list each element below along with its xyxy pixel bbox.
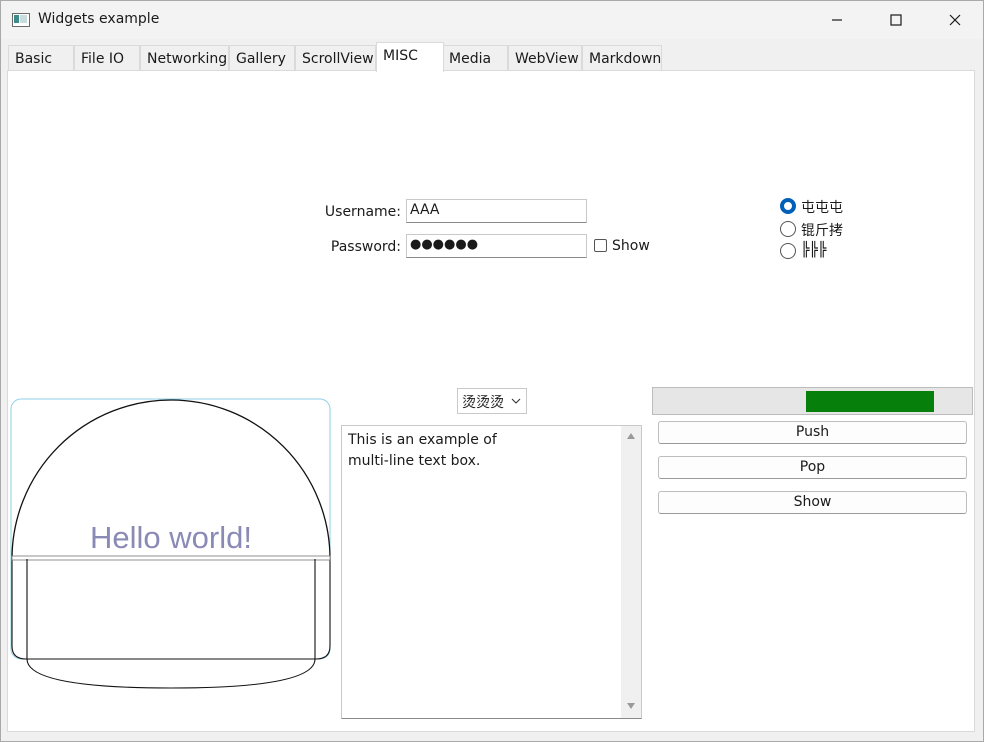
close-icon — [949, 14, 961, 26]
tab-file-io[interactable]: File IO — [74, 45, 140, 71]
show-password-label: Show — [612, 238, 650, 254]
progress-bar-chunk — [806, 391, 934, 412]
close-button[interactable] — [925, 1, 983, 39]
window-title: Widgets example — [38, 11, 160, 27]
tab-scrollview[interactable]: ScrollView — [295, 45, 376, 71]
radio-option-1-label: 屯屯屯 — [801, 200, 843, 216]
radio-option-2[interactable] — [780, 221, 796, 237]
triangle-up-icon — [627, 433, 635, 439]
combo-selected-value: 烫烫烫 — [462, 395, 504, 411]
multiline-text-box[interactable]: This is an example of multi-line text bo… — [341, 425, 642, 719]
push-button[interactable]: Push — [658, 421, 967, 444]
tab-networking[interactable]: Networking — [140, 45, 229, 71]
tab-gallery[interactable]: Gallery — [229, 45, 295, 71]
password-input[interactable]: ●●●●●● — [406, 234, 587, 258]
show-password-checkbox[interactable] — [594, 239, 607, 252]
minimize-button[interactable] — [807, 1, 865, 39]
text-box-content: This is an example of multi-line text bo… — [348, 430, 618, 472]
tab-misc[interactable]: MISC — [376, 42, 444, 72]
radio-option-1[interactable] — [780, 198, 796, 214]
inner-cup-shape — [26, 559, 316, 689]
triangle-down-icon — [627, 703, 635, 709]
divider-bar — [11, 555, 331, 561]
tab-webview[interactable]: WebView — [508, 45, 582, 71]
tab-basic[interactable]: Basic — [8, 45, 74, 71]
radio-option-2-label: 锟斤拷 — [801, 223, 843, 239]
username-label: Username: — [324, 204, 401, 220]
tab-markdown[interactable]: Markdown — [582, 45, 662, 71]
scroll-up-button[interactable] — [621, 430, 641, 444]
text-line: multi-line text box. — [348, 453, 481, 469]
radio-option-3[interactable] — [780, 243, 796, 259]
canvas-hello-text: Hello world! — [90, 520, 252, 555]
maximize-icon — [890, 14, 902, 26]
chevron-down-icon — [511, 398, 521, 404]
app-icon — [12, 13, 30, 27]
tab-media[interactable]: Media — [442, 45, 508, 71]
combo-box[interactable]: 烫烫烫 — [457, 388, 527, 414]
pop-button[interactable]: Pop — [658, 456, 967, 479]
username-input[interactable]: AAA — [406, 199, 587, 223]
progress-bar — [652, 387, 973, 415]
show-button[interactable]: Show — [658, 491, 967, 514]
title-bar[interactable]: Widgets example — [1, 1, 983, 39]
minimize-icon — [832, 19, 842, 21]
maximize-button[interactable] — [866, 1, 924, 39]
radio-option-3-label: ╠╠╠ — [801, 242, 827, 258]
rounded-box-shape — [11, 559, 331, 660]
password-label: Password: — [330, 239, 401, 255]
scroll-down-button[interactable] — [621, 700, 641, 714]
text-line: This is an example of — [348, 432, 497, 448]
vertical-scrollbar[interactable] — [621, 426, 641, 718]
